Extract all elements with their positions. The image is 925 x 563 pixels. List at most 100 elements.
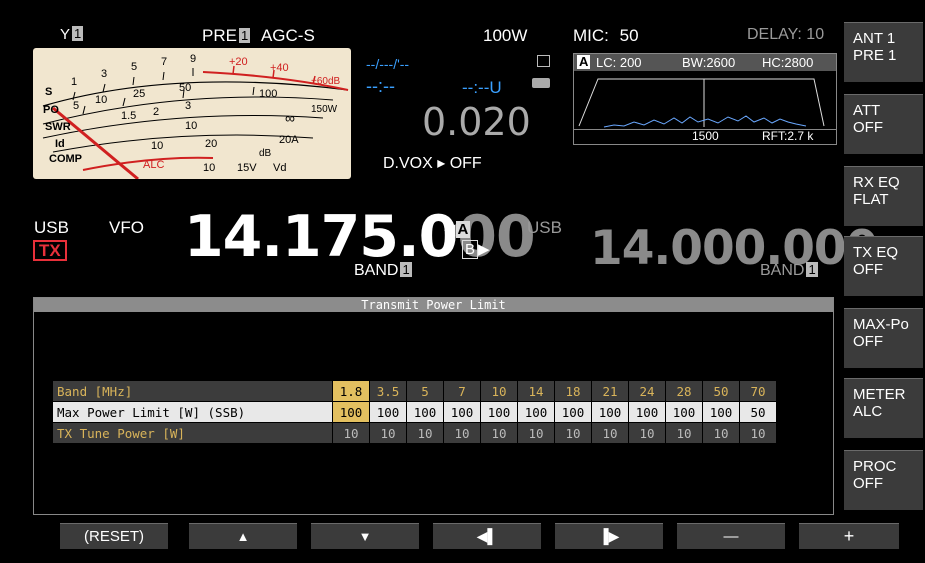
sub-mode: USB bbox=[527, 218, 562, 237]
right-button[interactable]: ▐▶ bbox=[555, 523, 663, 549]
date-display: --/---/'-- bbox=[366, 56, 410, 72]
band-cell[interactable]: 7 bbox=[443, 380, 481, 402]
main-frequency[interactable]: 14.175.000 bbox=[184, 204, 536, 270]
left-arrow-icon: ◀▌ bbox=[476, 528, 498, 544]
scope-bw: BW:2600 bbox=[682, 55, 736, 70]
tune-power-cell[interactable]: 10 bbox=[739, 422, 777, 444]
meter-label-comp: COMP bbox=[49, 153, 82, 165]
band-cell[interactable]: 18 bbox=[554, 380, 592, 402]
tune-power-cell[interactable]: 10 bbox=[517, 422, 555, 444]
id-scale-10: 10 bbox=[185, 120, 198, 132]
utc-clock-display: --:--U bbox=[462, 78, 502, 97]
swr-scale-inf: ∞ bbox=[285, 110, 295, 126]
s-scale-9: 9 bbox=[190, 53, 197, 65]
proc-label: PROC bbox=[853, 458, 897, 475]
att-button[interactable]: ATT OFF bbox=[844, 94, 923, 154]
max-power-cell[interactable]: 100 bbox=[628, 401, 666, 423]
s-scale-3: 3 bbox=[101, 68, 108, 80]
vd-scale-15v: 15V bbox=[237, 162, 257, 174]
tx-eq-button[interactable]: TX EQ OFF bbox=[844, 236, 923, 296]
max-power-row-label: Max Power Limit [W] (SSB) bbox=[52, 401, 333, 423]
meter-value: ALC bbox=[853, 403, 883, 420]
meter-label-id: Id bbox=[55, 138, 65, 150]
max-power-cell[interactable]: 100 bbox=[406, 401, 444, 423]
rx-eq-button[interactable]: RX EQ FLAT bbox=[844, 166, 923, 226]
att-label: ATT bbox=[853, 102, 881, 119]
usb-memory-icon bbox=[532, 78, 550, 88]
s-scale-7: 7 bbox=[161, 56, 168, 68]
tx-eq-label: TX EQ bbox=[853, 244, 899, 261]
max-power-cell[interactable]: 100 bbox=[554, 401, 592, 423]
rx-eq-value: FLAT bbox=[853, 191, 889, 208]
tune-power-cell[interactable]: 10 bbox=[406, 422, 444, 444]
preamp-indicator: PRE 1 AGC-S bbox=[202, 26, 315, 46]
tune-power-cell[interactable]: 10 bbox=[480, 422, 518, 444]
meter-label: METER bbox=[853, 386, 906, 403]
max-power-cell[interactable]: 100 bbox=[702, 401, 740, 423]
left-button[interactable]: ◀▌ bbox=[433, 523, 541, 549]
scope-vfo-badge: A bbox=[577, 54, 591, 69]
main-frequency-digits: 14.175.0 bbox=[184, 204, 458, 270]
band-cell[interactable]: 5 bbox=[406, 380, 444, 402]
tune-power-cell[interactable]: 10 bbox=[332, 422, 370, 444]
max-power-cell[interactable]: 100 bbox=[591, 401, 629, 423]
center-readout: 0.020 bbox=[422, 100, 531, 144]
max-power-cell[interactable]: 50 bbox=[739, 401, 777, 423]
swr-scale-15: 1.5 bbox=[121, 110, 137, 122]
att-value: OFF bbox=[853, 119, 883, 136]
panel-title: Transmit Power Limit bbox=[34, 298, 833, 312]
max-power-cell[interactable]: 100 bbox=[369, 401, 407, 423]
band-cell[interactable]: 21 bbox=[591, 380, 629, 402]
tune-power-cell[interactable]: 10 bbox=[665, 422, 703, 444]
band-cell[interactable]: 28 bbox=[665, 380, 703, 402]
tune-power-cell[interactable]: 10 bbox=[443, 422, 481, 444]
max-power-cell[interactable]: 100 bbox=[665, 401, 703, 423]
proc-button[interactable]: PROC OFF bbox=[844, 450, 923, 510]
s-scale-5: 5 bbox=[131, 61, 138, 73]
band-cell[interactable]: 3.5 bbox=[369, 380, 407, 402]
band-cell[interactable]: 10 bbox=[480, 380, 518, 402]
plus-button[interactable]: + bbox=[799, 523, 899, 549]
antenna-indicator: Y1 bbox=[60, 26, 84, 43]
meter-label-s: S bbox=[45, 86, 53, 98]
max-power-cell[interactable]: 100 bbox=[517, 401, 555, 423]
band-cell[interactable]: 50 bbox=[702, 380, 740, 402]
po-scale-25: 25 bbox=[133, 88, 146, 100]
tx-eq-value: OFF bbox=[853, 261, 883, 278]
ant-pre-button[interactable]: ANT 1 PRE 1 bbox=[844, 22, 923, 82]
po-scale-5: 5 bbox=[73, 100, 80, 112]
minus-button[interactable]: — bbox=[677, 523, 785, 549]
meter-button[interactable]: METER ALC bbox=[844, 378, 923, 438]
max-po-button[interactable]: MAX-Po OFF bbox=[844, 308, 923, 368]
vfo-a-row: ◀ A bbox=[444, 220, 471, 238]
tune-power-cell[interactable]: 10 bbox=[369, 422, 407, 444]
scope-rft: RFT:2.7 k bbox=[762, 129, 814, 143]
swr-scale-3: 3 bbox=[185, 100, 192, 112]
passband-graph bbox=[578, 78, 825, 128]
mic-gain: MIC: 50 bbox=[573, 26, 639, 46]
tune-power-cell[interactable]: 10 bbox=[554, 422, 592, 444]
down-button[interactable]: ▼ bbox=[311, 523, 419, 549]
antenna-icon: Y bbox=[60, 26, 71, 43]
up-button[interactable]: ▲ bbox=[189, 523, 297, 549]
meter-label-swr: SWR bbox=[45, 121, 71, 133]
band-cell[interactable]: 1.8 bbox=[332, 380, 370, 402]
tune-power-cell[interactable]: 10 bbox=[591, 422, 629, 444]
s-scale-60: +60dB bbox=[311, 76, 341, 87]
max-power-cell[interactable]: 100 bbox=[443, 401, 481, 423]
max-power-cell[interactable]: 100 bbox=[332, 401, 370, 423]
reset-button[interactable]: (RESET) bbox=[60, 523, 168, 549]
s-scale-40: +40 bbox=[270, 62, 289, 74]
band-cell[interactable]: 70 bbox=[739, 380, 777, 402]
sub-band-label: BAND bbox=[760, 262, 805, 279]
main-band-number: 1 bbox=[400, 262, 412, 277]
agc-indicator: AGC-S bbox=[260, 26, 315, 45]
tune-power-cell[interactable]: 10 bbox=[702, 422, 740, 444]
tune-power-cell[interactable]: 10 bbox=[628, 422, 666, 444]
sub-frequency[interactable]: 14.000.000 bbox=[590, 219, 878, 279]
max-power-cell[interactable]: 100 bbox=[480, 401, 518, 423]
vfo-indicator: VFO bbox=[109, 218, 144, 237]
main-band: BAND 1 bbox=[354, 262, 412, 280]
band-cell[interactable]: 24 bbox=[628, 380, 666, 402]
band-cell[interactable]: 14 bbox=[517, 380, 555, 402]
